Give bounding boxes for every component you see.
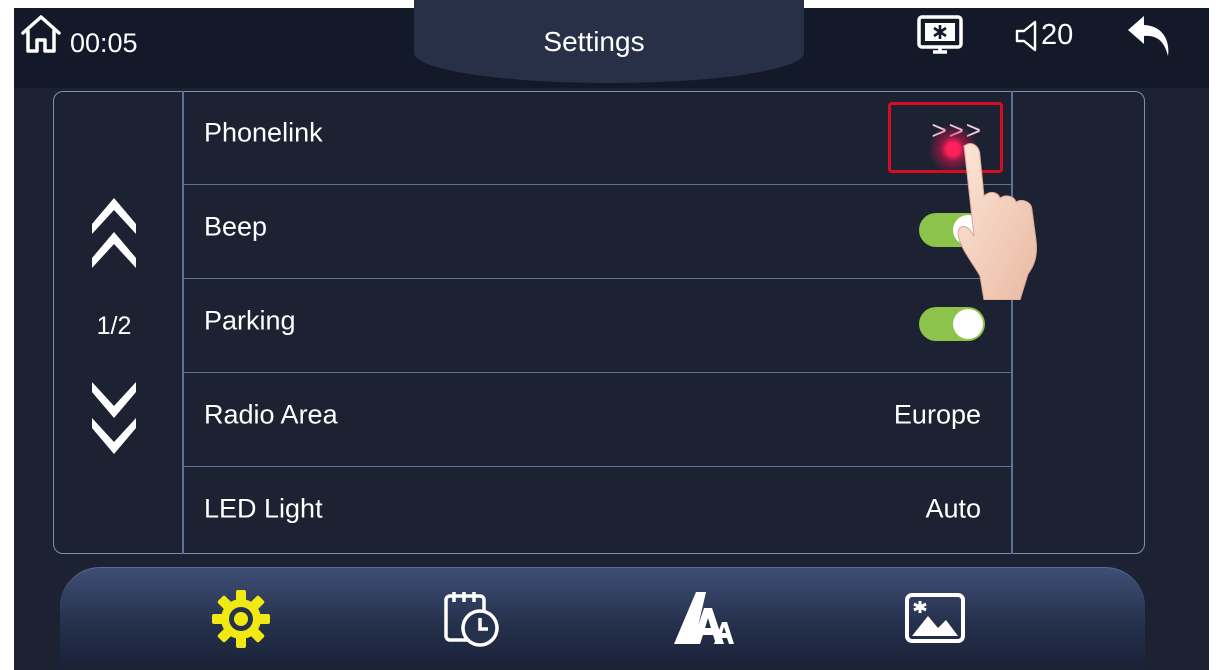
toggle-knob	[953, 215, 983, 245]
led-light-value: Auto	[925, 493, 981, 524]
setting-row-radio-area[interactable]: Radio Area Europe	[184, 373, 1011, 467]
setting-label: Phonelink	[204, 117, 323, 148]
settings-list: Phonelink >>> Beep Parking Radio Area Eu…	[184, 91, 1011, 561]
gear-icon[interactable]	[210, 588, 272, 650]
wallpaper-image-icon[interactable]	[904, 588, 966, 650]
back-arrow-icon[interactable]	[1124, 12, 1172, 60]
parking-toggle[interactable]	[919, 307, 985, 341]
toggle-knob	[953, 309, 983, 339]
page-title: Settings	[543, 26, 645, 57]
clock-time: 00:05	[70, 28, 138, 58]
beep-toggle[interactable]	[919, 213, 985, 247]
setting-row-led-light[interactable]: LED Light Auto	[184, 467, 1011, 561]
setting-row-beep[interactable]: Beep	[184, 185, 1011, 279]
screen-brightness-icon[interactable]	[916, 14, 964, 58]
radio-area-value: Europe	[893, 399, 981, 430]
setting-row-parking[interactable]: Parking	[184, 279, 1011, 373]
home-icon[interactable]	[20, 14, 62, 54]
font-size-icon[interactable]	[672, 588, 734, 650]
touch-point-glow	[928, 124, 978, 174]
calendar-clock-icon[interactable]	[442, 588, 504, 650]
volume-icon	[1015, 20, 1037, 52]
setting-label: Radio Area	[204, 399, 338, 430]
page-indicator: 1/2	[96, 312, 132, 340]
double-chevron-up-icon[interactable]	[88, 190, 140, 272]
setting-row-phonelink[interactable]: Phonelink >>>	[184, 91, 1011, 185]
column-divider-right	[1011, 91, 1013, 554]
setting-label: Parking	[204, 305, 296, 336]
double-chevron-down-icon[interactable]	[88, 378, 140, 460]
setting-label: Beep	[204, 211, 268, 242]
volume-level: 20	[1041, 19, 1074, 51]
setting-label: LED Light	[204, 493, 323, 524]
